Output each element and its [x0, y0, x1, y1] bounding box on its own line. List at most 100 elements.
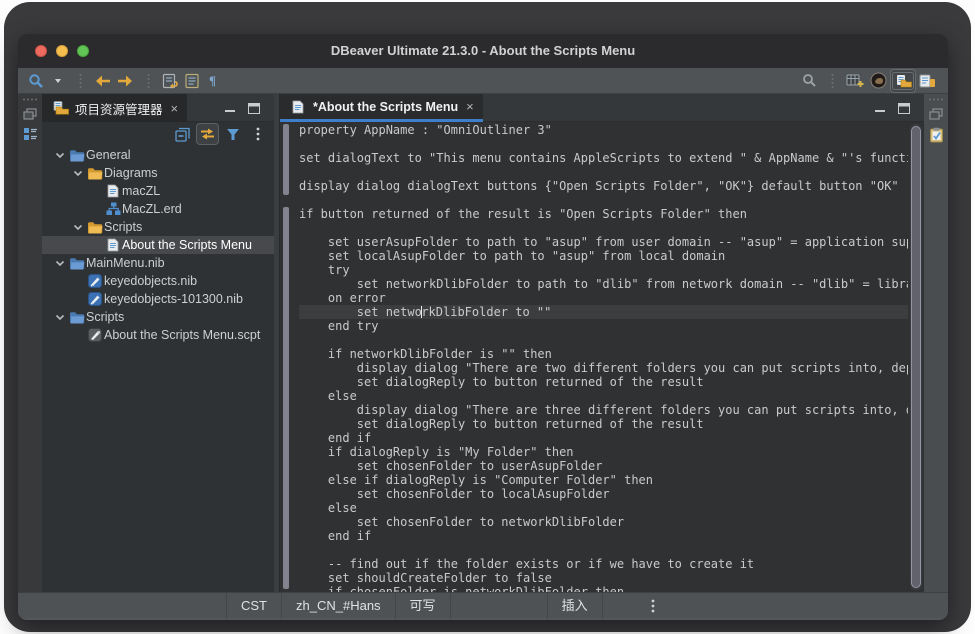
minimize-panel-button[interactable] — [225, 103, 236, 113]
close-tab-icon[interactable]: × — [169, 102, 179, 115]
code-line: set shouldCreateFolder to false — [299, 571, 908, 585]
grip-icon — [831, 73, 834, 89]
tree-item-maczl-erd[interactable]: MacZL.erd — [42, 200, 274, 218]
code-line: display dialog "There are two different … — [299, 361, 908, 375]
main-toolbar: ¶ — [18, 68, 948, 94]
status-bar: CST zh_CN_#Hans 可写 插入 — [18, 592, 948, 618]
code-line: set networkDlibFolder to path to "dlib" … — [299, 277, 908, 291]
maximize-editor-button[interactable] — [898, 103, 910, 114]
pilcrow-icon: ¶ — [208, 73, 220, 88]
collapse-all-button[interactable] — [172, 124, 193, 144]
right-minimized-bar — [924, 94, 948, 592]
file-nib-icon — [86, 292, 104, 306]
app-window: DBeaver Ultimate 21.3.0 - About the Scri… — [18, 34, 948, 620]
chevron-down-icon[interactable] — [70, 224, 86, 231]
arrow-forward-icon — [116, 74, 135, 88]
tree-item-label: keyedobjects.nib — [104, 274, 197, 288]
tree-item-keyedobjects-101300-nib[interactable]: keyedobjects-101300.nib — [42, 290, 274, 308]
file-doc-icon — [104, 184, 122, 198]
tree-item-about-the-scripts-menu-scpt[interactable]: About the Scripts Menu.scpt — [42, 326, 274, 344]
word-wrap-icon — [162, 73, 178, 89]
tree-item-scripts[interactable]: Scripts — [42, 308, 274, 326]
restore-pane-button[interactable] — [929, 108, 943, 120]
code-line: set dialogReply to button returned of th… — [299, 375, 908, 389]
tree-item-diagrams[interactable]: Diagrams — [42, 164, 274, 182]
magnifier-gray-icon — [802, 73, 817, 88]
show-paragraphs-button[interactable]: ¶ — [204, 70, 224, 92]
link-with-editor-button[interactable] — [197, 124, 218, 144]
tree-item-label: keyedobjects-101300.nib — [104, 292, 243, 306]
forward-button[interactable] — [115, 70, 136, 92]
window-title: DBeaver Ultimate 21.3.0 - About the Scri… — [18, 34, 948, 68]
tree-item-keyedobjects-nib[interactable]: keyedobjects.nib — [42, 272, 274, 290]
explorer-toolbar — [42, 122, 274, 146]
word-wrap-button[interactable] — [160, 70, 180, 92]
perspective-explorer-button[interactable] — [891, 70, 915, 92]
outline-view-button[interactable] — [23, 127, 38, 141]
grip-icon — [79, 73, 82, 89]
code-line: set networkDlibFolder to "" — [299, 305, 908, 319]
code-line: set localAsupFolder to path to "asup" fr… — [299, 249, 908, 263]
tasks-view-button[interactable] — [929, 127, 944, 143]
code-line: set chosenFolder to networkDlibFolder — [299, 515, 908, 529]
search-dropdown-button[interactable] — [48, 70, 68, 92]
code-content: property AppName : "OmniOutliner 3" set d… — [299, 123, 908, 592]
tree-item-label: General — [86, 148, 130, 162]
tree-item-label: MacZL.erd — [122, 202, 182, 216]
left-minimized-bar — [18, 94, 42, 592]
view-menu-button[interactable] — [247, 124, 268, 144]
search-button[interactable] — [26, 70, 46, 92]
main-area: 项目资源管理器 × General DiagramsmacZL MacZL.erd S… — [18, 94, 948, 592]
scrollbar-thumb[interactable] — [911, 126, 921, 588]
code-line: set chosenFolder to localAsupFolder — [299, 487, 908, 501]
file-erd-icon — [104, 202, 122, 216]
minimize-editor-button[interactable] — [875, 103, 886, 113]
project-explorer-panel: 项目资源管理器 × General DiagramsmacZL MacZL.erd S… — [42, 94, 274, 592]
code-line: display dialog dialogText buttons {"Open… — [299, 179, 908, 193]
close-tab-icon[interactable]: × — [464, 100, 474, 113]
dbeaver-logo-button[interactable] — [868, 70, 888, 92]
chevron-down-icon[interactable] — [52, 314, 68, 321]
tree-item-general[interactable]: General — [42, 146, 274, 164]
chevron-down-icon[interactable] — [52, 152, 68, 159]
tree-item-mainmenu-nib[interactable]: MainMenu.nib — [42, 254, 274, 272]
project-explorer-icon — [51, 101, 69, 115]
caret-down-icon — [54, 78, 62, 84]
svg-text:¶: ¶ — [209, 73, 216, 88]
tree-item-about-the-scripts-menu[interactable]: About the Scripts Menu — [42, 236, 274, 254]
maximize-panel-button[interactable] — [248, 103, 260, 114]
new-table-button[interactable] — [845, 70, 865, 92]
explorer-tabbar: 项目资源管理器 × — [42, 94, 274, 122]
dbeaver-logo-icon — [870, 72, 887, 89]
show-whitespace-button[interactable] — [182, 70, 202, 92]
tree-item-label: MainMenu.nib — [86, 256, 165, 270]
tree-item-label: Scripts — [86, 310, 124, 324]
quick-search-button[interactable] — [799, 70, 819, 92]
perspective-sql-button[interactable] — [918, 70, 938, 92]
code-line — [299, 165, 908, 179]
restore-pane-button[interactable] — [23, 108, 37, 120]
code-line: property AppName : "OmniOutliner 3" — [299, 123, 908, 137]
arrow-back-icon — [93, 74, 112, 88]
folder-blue-icon — [68, 257, 86, 270]
magnifier-blue-icon — [28, 73, 44, 89]
back-button[interactable] — [92, 70, 113, 92]
code-line — [299, 543, 908, 557]
chevron-down-icon[interactable] — [52, 260, 68, 267]
code-line — [299, 221, 908, 235]
file-scpt-icon — [86, 328, 104, 342]
vertical-scrollbar[interactable] — [910, 124, 922, 590]
code-line: set chosenFolder to userAsupFolder — [299, 459, 908, 473]
filter-button[interactable] — [222, 124, 243, 144]
tab-project-explorer[interactable]: 项目资源管理器 × — [42, 94, 187, 122]
annotation-bar — [283, 124, 289, 195]
code-editor[interactable]: property AppName : "OmniOutliner 3" set d… — [280, 122, 924, 592]
tab-editor-about-scripts-menu[interactable]: *About the Scripts Menu × — [280, 94, 483, 122]
chevron-down-icon[interactable] — [70, 170, 86, 177]
drag-handle-icon — [928, 98, 944, 101]
tree-item-scripts[interactable]: Scripts — [42, 218, 274, 236]
whitespace-doc-icon — [184, 73, 200, 89]
status-menu-button[interactable] — [651, 599, 655, 613]
tree-item-maczl[interactable]: macZL — [42, 182, 274, 200]
code-line: if chosenFolder is networkDlibFolder the… — [299, 585, 908, 592]
